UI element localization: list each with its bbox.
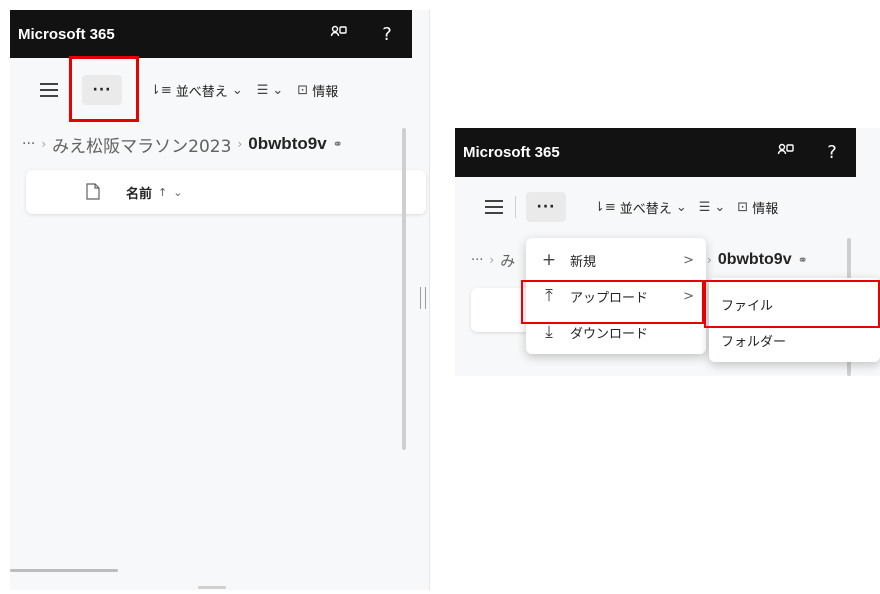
breadcrumb-folder[interactable]: みえ松阪マラソン2023 xyxy=(52,132,231,157)
splitter-grip[interactable] xyxy=(420,287,426,309)
more-actions-button[interactable]: ··· xyxy=(526,192,566,222)
menu-item-label: ダウンロード xyxy=(570,326,649,342)
app-title: Microsoft 365 xyxy=(18,25,115,43)
breadcrumb-separator-icon: › xyxy=(237,137,243,151)
breadcrumb: ··· › み xyxy=(471,248,515,272)
sort-icon: ⇂≡ xyxy=(594,199,616,215)
sort-button[interactable]: ⇂≡ 並べ替え ⌄ xyxy=(594,198,687,217)
sort-button[interactable]: ⇂≡ 並べ替え ⌄ xyxy=(150,81,243,100)
info-panel-icon: ⊡ xyxy=(297,82,309,98)
sort-ascending-icon: ↑ xyxy=(158,185,168,199)
download-icon: ⤓ xyxy=(545,322,553,342)
m365-header: Microsoft 365 ? xyxy=(10,10,412,58)
breadcrumb-current: 0bwbto9v xyxy=(248,134,327,153)
sort-icon: ⇂≡ xyxy=(150,82,172,98)
m365-header: Microsoft 365 ? xyxy=(455,128,856,177)
share-link-icon[interactable] xyxy=(771,128,801,176)
view-list-icon: ☰ xyxy=(256,82,269,98)
menu-item-label: 新規 xyxy=(570,254,597,270)
view-list-icon: ☰ xyxy=(698,199,711,215)
hamburger-menu-icon[interactable] xyxy=(485,200,503,214)
shared-people-icon: ⚭ xyxy=(332,137,343,151)
view-options-button[interactable]: ☰ ⌄ xyxy=(699,200,726,215)
breadcrumb-current: 0bwbto9v xyxy=(717,251,792,268)
breadcrumb-separator-icon: › xyxy=(707,253,712,267)
chevron-down-icon: ⌄ xyxy=(173,185,183,199)
info-button[interactable]: ⊡ 情報 xyxy=(297,81,338,100)
share-link-icon[interactable] xyxy=(324,10,354,58)
horizontal-scrollbar[interactable] xyxy=(10,569,118,572)
chevron-down-icon: ⌄ xyxy=(272,82,284,98)
sort-label: 並べ替え xyxy=(619,201,672,217)
info-panel-icon: ⊡ xyxy=(737,199,749,215)
help-icon[interactable]: ? xyxy=(817,128,847,176)
breadcrumb-separator-icon: › xyxy=(41,137,47,151)
hamburger-menu-icon[interactable] xyxy=(40,83,58,97)
info-label: 情報 xyxy=(312,84,339,100)
sort-label: 並べ替え xyxy=(175,84,228,100)
chevron-down-icon: ⌄ xyxy=(675,199,687,215)
breadcrumb-separator-icon: › xyxy=(489,253,495,267)
breadcrumb-folder[interactable]: み xyxy=(500,250,515,271)
list-header: 名前 ↑ ⌄ xyxy=(26,170,426,214)
vertical-scrollbar[interactable] xyxy=(402,128,406,450)
view-options-button[interactable]: ☰ ⌄ xyxy=(257,83,284,98)
app-title: Microsoft 365 xyxy=(463,144,560,161)
file-type-icon xyxy=(86,183,102,201)
chevron-right-icon: > xyxy=(683,252,694,268)
breadcrumb-ellipsis[interactable]: ··· xyxy=(471,253,483,268)
breadcrumb-tail: › 0bwbto9v ⚭ xyxy=(707,248,808,272)
divider xyxy=(515,196,516,218)
highlight-more-button xyxy=(69,56,139,122)
submenu-item-label: フォルダー xyxy=(721,334,787,350)
info-label: 情報 xyxy=(752,201,779,217)
menu-item-new[interactable]: + 新規 > xyxy=(526,242,706,278)
shared-people-icon: ⚭ xyxy=(797,253,808,267)
breadcrumb-ellipsis[interactable]: ··· xyxy=(22,136,35,152)
plus-icon: + xyxy=(541,250,557,270)
highlight-upload-item xyxy=(521,280,704,324)
info-button[interactable]: ⊡ 情報 xyxy=(737,198,778,217)
help-icon[interactable]: ? xyxy=(372,10,402,58)
column-name-header[interactable]: 名前 xyxy=(126,183,152,202)
chevron-down-icon: ⌄ xyxy=(231,82,243,98)
right-panel: Microsoft 365 ? ··· ⇂≡ 並べ替え ⌄ ☰ ⌄ ⊡ 情報 ·… xyxy=(455,128,880,376)
highlight-file-item xyxy=(704,280,880,328)
command-bar: ··· ⇂≡ 並べ替え ⌄ ☰ ⌄ ⊡ 情報 xyxy=(485,189,778,225)
breadcrumb: ··· › みえ松阪マラソン2023 › 0bwbto9v ⚭ xyxy=(22,132,343,157)
resize-handle[interactable] xyxy=(198,586,226,589)
chevron-down-icon: ⌄ xyxy=(714,199,726,215)
